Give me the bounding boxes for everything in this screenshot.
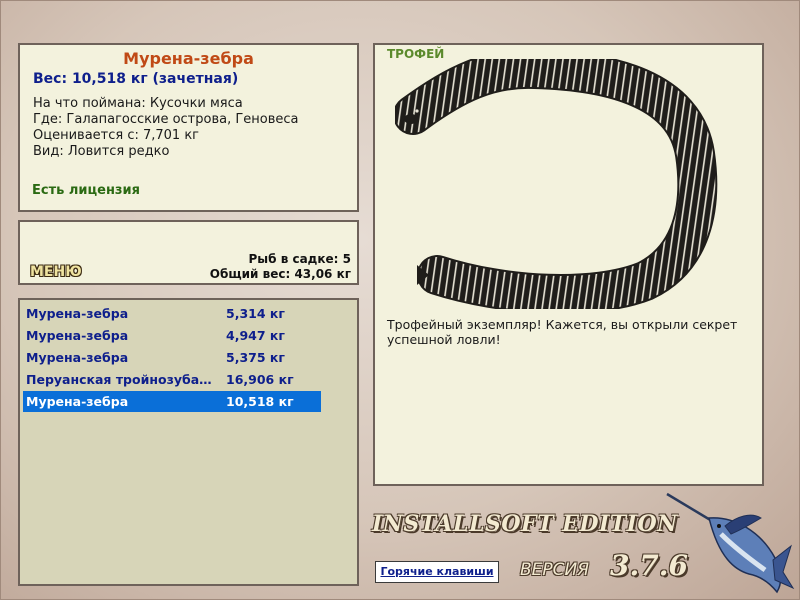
keepnet-total-weight: Общий вес: 43,06 кг: [209, 267, 351, 281]
list-item-name: Перуанская тройнозубая рыба: [26, 372, 216, 387]
fish-bait: На что поймана: Кусочки мяса: [33, 96, 243, 111]
trophy-panel: ТРОФЕЙ Трофейный экземпляр! Кажется, вы …: [373, 43, 764, 486]
keepnet-count: Рыб в садке: 5: [248, 252, 352, 266]
fish-title: Мурена-зебра: [123, 49, 254, 68]
version-label: ВЕРСИЯ: [520, 560, 590, 580]
list-item-name: Мурена-зебра: [26, 394, 129, 409]
menu-button[interactable]: МЕНЮ: [30, 264, 82, 280]
fish-info-panel: Мурена-зебра Вес: 10,518 кг (зачетная) Н…: [18, 43, 359, 212]
marlin-logo: [666, 492, 795, 594]
fish-valued: Оценивается с: 7,701 кг: [33, 128, 200, 143]
license-status: Есть лицензия: [32, 183, 140, 198]
list-item-weight: 5,314 кг: [226, 306, 285, 321]
list-item-name: Мурена-зебра: [26, 306, 129, 321]
list-item[interactable]: Мурена-зебра 5,375 кг: [23, 347, 321, 368]
list-item[interactable]: Мурена-зебра 4,947 кг: [23, 325, 321, 346]
keepnet-panel: МЕНЮ Рыб в садке: 5 Общий вес: 43,06 кг: [18, 220, 359, 285]
fish-weight: Вес: 10,518 кг (зачетная): [33, 71, 239, 87]
list-item[interactable]: Мурена-зебра 5,314 кг: [23, 303, 321, 324]
list-item-weight: 16,906 кг: [226, 372, 294, 387]
trophy-description: Трофейный экземпляр! Кажется, вы открыли…: [387, 317, 738, 347]
list-item[interactable]: Перуанская тройнозубая рыба 16,906 кг: [23, 369, 321, 390]
catch-list[interactable]: Мурена-зебра 5,314 кг Мурена-зебра 4,947…: [18, 298, 359, 586]
edition-label: INSTALLSOFT EDITION: [372, 511, 678, 537]
zebra-moray-eel-image: [395, 59, 718, 309]
hotkeys-link[interactable]: Горячие клавиши: [375, 561, 499, 583]
list-item-weight: 5,375 кг: [226, 350, 285, 365]
list-item-weight: 10,518 кг: [226, 394, 294, 409]
list-item-selected[interactable]: Мурена-зебра 10,518 кг: [23, 391, 321, 412]
list-item-name: Мурена-зебра: [26, 328, 129, 343]
list-item-name: Мурена-зебра: [26, 350, 129, 365]
fish-location: Где: Галапагосские острова, Геновеса: [33, 112, 299, 127]
fish-kind: Вид: Ловится редко: [33, 144, 170, 159]
list-item-weight: 4,947 кг: [226, 328, 285, 343]
